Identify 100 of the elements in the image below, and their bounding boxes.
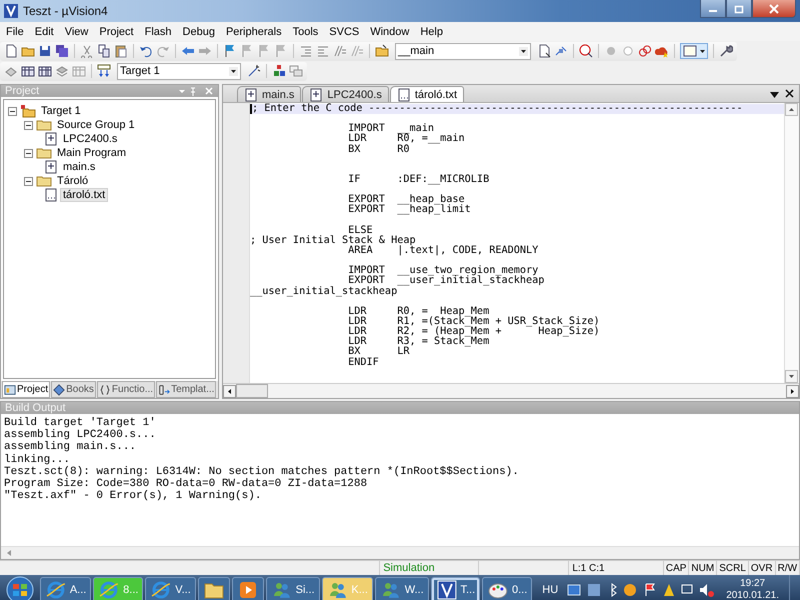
scroll-down-icon[interactable] xyxy=(785,370,798,383)
code-line: EXPORT __heap_base xyxy=(347,195,465,206)
editor-tab[interactable]: main.s xyxy=(237,86,302,102)
taskbar-button[interactable]: Si... xyxy=(266,577,320,600)
cut-icon[interactable] xyxy=(80,44,94,58)
maximize-icon xyxy=(734,4,744,14)
scroll-right-icon[interactable] xyxy=(786,384,799,398)
indent-icon[interactable] xyxy=(316,44,330,58)
clock-date[interactable]: 2010.01.21. xyxy=(726,590,780,600)
save-all-icon[interactable] xyxy=(55,44,69,58)
tab-list-icon[interactable] xyxy=(770,92,779,98)
scrollbar-thumb[interactable] xyxy=(236,384,268,398)
taskbar-button[interactable]: V... xyxy=(145,577,196,600)
clock-time[interactable]: 19:27 xyxy=(740,578,766,590)
menu-item[interactable]: Flash xyxy=(144,26,172,38)
taskbar-button[interactable]: A... xyxy=(40,577,92,600)
close-button[interactable] xyxy=(752,0,796,18)
left-arrow-icon[interactable] xyxy=(181,44,195,58)
editor-tab[interactable]: LPC2400.s xyxy=(302,86,389,102)
minimize-button[interactable] xyxy=(700,0,726,18)
collapse-toggle-icon[interactable] xyxy=(24,176,33,186)
code-line: ENDIF xyxy=(347,358,380,368)
code-line: EXPORT __user_initial_stackheap xyxy=(348,276,546,286)
tree-item[interactable]: LPC2400.s xyxy=(61,133,120,145)
code-line: LDR R1, =(Stack_Mem + USR_Stack_Size) xyxy=(347,316,601,327)
taskbar-button[interactable] xyxy=(232,577,264,600)
menu-item[interactable]: SVCS xyxy=(329,26,360,38)
collapse-toggle-icon[interactable] xyxy=(24,148,33,158)
horizontal-scrollbar[interactable] xyxy=(223,383,799,398)
taskbar-button[interactable]: T... xyxy=(430,577,480,600)
target-folder-icon xyxy=(20,104,36,118)
window-title: Teszt - µVision4 xyxy=(23,4,108,18)
scroll-up-icon[interactable] xyxy=(785,103,798,116)
comment-icon[interactable] xyxy=(333,44,347,58)
menu-item[interactable]: File xyxy=(6,26,24,38)
undo-icon[interactable] xyxy=(139,44,153,58)
tree-item[interactable]: main.s xyxy=(61,161,98,173)
vertical-scrollbar[interactable] xyxy=(784,103,799,383)
collapse-toggle-icon[interactable] xyxy=(24,120,33,130)
code-line: LDR R2, = (Heap_Mem + Heap_Size) xyxy=(347,327,601,338)
menu-item[interactable]: View xyxy=(64,26,88,38)
paste-icon[interactable] xyxy=(114,44,128,58)
menu-item[interactable]: Project xyxy=(99,26,134,38)
scroll-left-icon[interactable] xyxy=(223,384,236,398)
panel-title: Project xyxy=(5,85,40,97)
rebuild-icon[interactable] xyxy=(38,64,52,78)
wrench-icon[interactable] xyxy=(719,44,733,58)
maximize-button[interactable] xyxy=(726,0,752,18)
download-icon[interactable] xyxy=(97,64,111,78)
code-line: LDR R0, = Heap_Mem xyxy=(347,306,490,317)
blocks-icon[interactable] xyxy=(272,64,286,78)
language-indicator[interactable]: HU xyxy=(536,584,564,596)
menu-item[interactable]: Edit xyxy=(34,26,54,38)
menu-item[interactable]: Help xyxy=(420,26,443,38)
tree-item[interactable]: Target 1 xyxy=(39,105,83,117)
tree-item[interactable]: Tároló xyxy=(55,175,90,187)
close-icon[interactable] xyxy=(785,89,794,98)
window-layout-icon[interactable] xyxy=(680,43,708,59)
taskbar-button[interactable]: W... xyxy=(374,577,429,600)
new-file-icon[interactable] xyxy=(4,44,18,58)
indent-icon[interactable] xyxy=(299,44,313,58)
output-line: linking... xyxy=(4,454,72,466)
magic-wand-icon[interactable] xyxy=(247,64,261,78)
folder-icon[interactable] xyxy=(375,44,389,58)
panel-tab[interactable]: Templat... xyxy=(156,381,216,398)
taskbar-button[interactable]: 0... xyxy=(482,577,532,600)
flag-icon[interactable] xyxy=(223,44,237,58)
code-line: AREA |.text|, CODE, READONLY xyxy=(347,246,540,256)
tree-item[interactable]: Main Program xyxy=(55,147,128,159)
folder-icon xyxy=(36,118,52,132)
panel-tab[interactable]: Functio... xyxy=(96,381,156,398)
dropdown-arrow-icon[interactable] xyxy=(229,66,238,76)
build-icon[interactable] xyxy=(21,64,35,78)
panel-tab[interactable]: Project xyxy=(2,381,50,398)
taskbar-button[interactable] xyxy=(198,577,230,600)
search-icon[interactable] xyxy=(579,44,593,58)
dropdown-arrow-icon[interactable] xyxy=(519,46,528,56)
target-combo[interactable]: Target 1 xyxy=(117,62,241,80)
browser-icon xyxy=(45,579,67,600)
tree-item[interactable]: tároló.txt xyxy=(61,189,108,201)
menu-item[interactable]: Window xyxy=(370,26,410,38)
save-icon[interactable] xyxy=(38,44,52,58)
menu-item[interactable]: Peripherals xyxy=(226,26,282,38)
code-line: IF :DEF:__MICROLIB xyxy=(347,174,490,186)
panel-title: Build Output xyxy=(5,402,66,414)
copy-icon[interactable] xyxy=(97,44,111,58)
find-file-icon[interactable] xyxy=(537,44,551,58)
tray-icons[interactable] xyxy=(566,582,716,598)
panel-tab[interactable]: Books xyxy=(51,381,96,398)
rings-icon[interactable] xyxy=(638,44,652,58)
menu-item[interactable]: Tools xyxy=(292,26,318,38)
menu-item[interactable]: Debug xyxy=(182,26,215,38)
code-line: LDR R0, =__main xyxy=(347,134,466,144)
horizontal-scrollbar[interactable] xyxy=(1,546,799,559)
app-logo-icon xyxy=(436,579,458,600)
output-line: assembling LPC2400.s... xyxy=(4,429,157,442)
function-combo[interactable]: __main xyxy=(395,42,531,60)
tree-item[interactable]: Source Group 1 xyxy=(55,119,137,131)
collapse-toggle-icon[interactable] xyxy=(8,106,17,116)
editor-tab[interactable]: tároló.txt xyxy=(390,86,464,102)
